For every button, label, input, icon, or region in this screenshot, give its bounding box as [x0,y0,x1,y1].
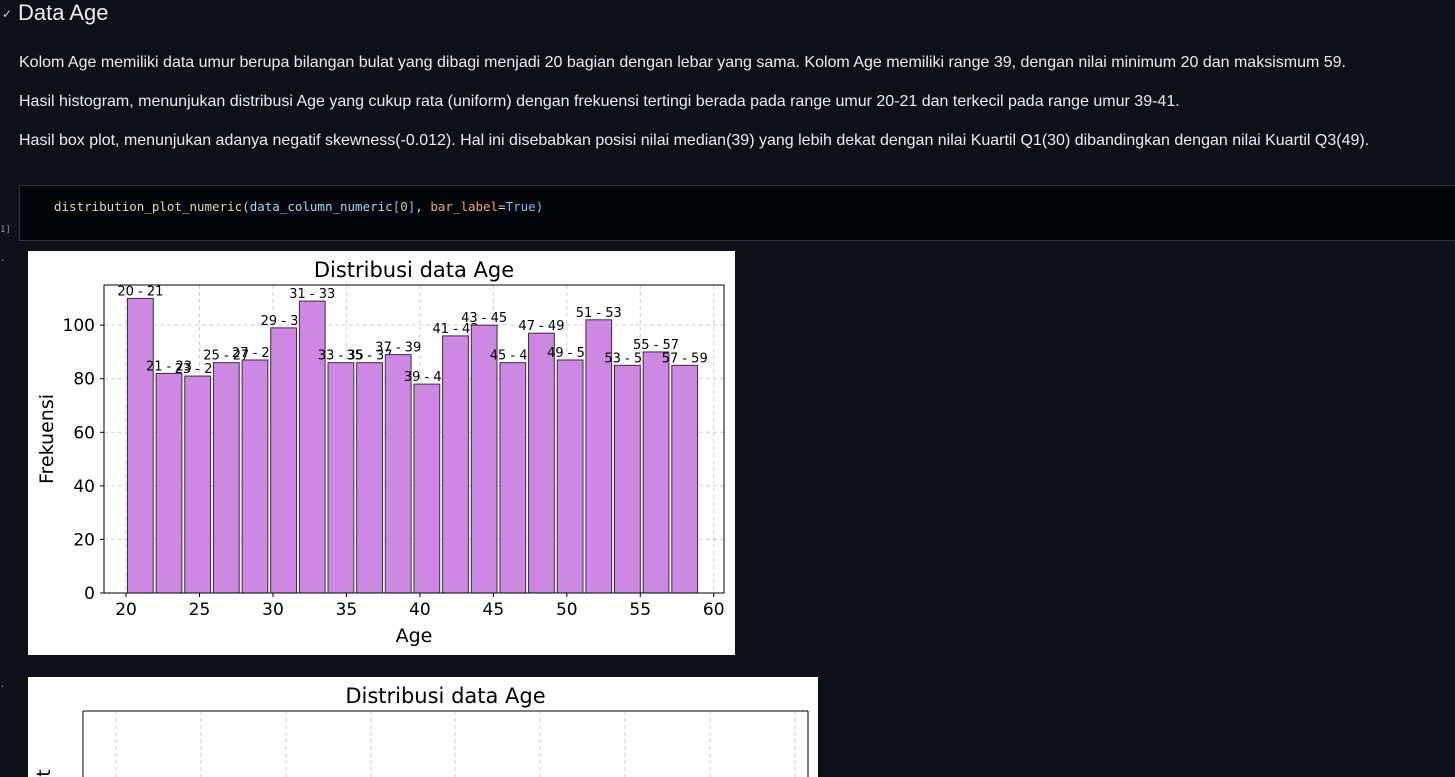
code-bool: True [505,199,536,214]
paragraph-1: Kolom Age memiliki data umur berupa bila… [19,54,1346,71]
bar-label: 57 - 59 [662,351,708,366]
y-tick-label: 80 [73,370,95,390]
code-keyword: bar_label [430,199,499,214]
histogram-bar [671,364,699,594]
boxplot-output: Distribusi data Age t [28,677,818,777]
chart-title: Distribusi data Age [314,258,514,282]
histogram-bar [356,362,383,594]
paragraph-3: Hasil box plot, menunjukan adanya negati… [19,132,1370,149]
code-index: 0 [400,199,408,214]
code-separator: , [415,199,431,214]
bar-label: 47 - 49 [518,319,564,334]
histogram-bar [298,300,326,594]
paragraph-2: Hasil histogram, menunjukan distribusi A… [19,93,1180,110]
markdown-cell: Kolom Age memiliki data umur berupa bila… [19,52,1449,169]
histogram-bar [556,359,584,594]
code-function: distribution_plot_numeric [54,199,243,214]
x-tick-label: 35 [336,600,358,620]
y-axis-label: Frekuensi [36,394,58,484]
code-line[interactable]: distribution_plot_numeric(data_column_nu… [54,199,543,214]
collapse-chevron-icon[interactable]: ✓ [0,7,14,21]
histogram-bar [327,362,355,594]
histogram-bar [442,335,469,594]
code-paren-close: ) [535,199,544,214]
histogram-chart: 20 - 2121 - 2323 - 2525 - 2727 - 2929 - … [36,258,725,647]
x-tick-label: 25 [189,600,211,620]
bar-label: 37 - 39 [375,341,421,356]
y-tick-label: 60 [73,423,95,443]
output-marker: . [1,676,5,690]
bar-label: 20 - 21 [117,284,163,299]
histogram-bar [126,297,154,594]
x-tick-label: 40 [409,600,431,620]
boxplot-chart: Distribusi data Age t [33,684,809,777]
histogram-bar [270,327,298,594]
histogram-bar [470,324,498,594]
bar-label: 51 - 53 [576,306,622,321]
histogram-bar [384,354,412,594]
y-axis-label: t [33,769,55,776]
histogram-bar [642,351,670,594]
histogram-bar [528,332,555,594]
x-tick-label: 60 [703,600,725,620]
x-tick-label: 20 [115,600,137,620]
execution-count: 1] [0,225,11,235]
x-axis-label: Age [396,625,433,647]
code-cell[interactable]: distribution_plot_numeric(data_column_nu… [19,185,1455,241]
y-tick-label: 20 [73,530,95,550]
y-tick-label: 0 [84,584,95,604]
x-tick-label: 30 [262,600,284,620]
x-tick-label: 55 [629,600,651,620]
histogram-bar [155,372,183,594]
code-paren-open: ( [242,199,250,214]
histogram-bar [614,364,641,594]
histogram-bar [413,383,441,594]
histogram-bar [184,375,212,594]
x-tick-label: 45 [483,600,505,620]
histogram-output: 20 - 21 21 - 23 23 - 25 25 - 27 27 - 29 29 - … [28,251,735,655]
output-marker: . [1,250,5,264]
histogram-bar [499,362,527,594]
y-tick-label: 40 [73,477,95,497]
x-tick-label: 50 [556,600,578,620]
histogram-bar [212,362,240,594]
section-title: Data Age [18,0,109,25]
histogram-bar [241,359,269,594]
y-tick-label: 100 [63,316,95,336]
section-header[interactable]: ✓ Data Age [0,0,109,26]
bar-label: 31 - 33 [289,287,335,302]
code-equals: = [498,199,506,214]
chart-title: Distribusi data Age [345,684,545,708]
code-argument: data_column_numeric [249,199,393,214]
bar-label: 43 - 45 [461,311,507,326]
